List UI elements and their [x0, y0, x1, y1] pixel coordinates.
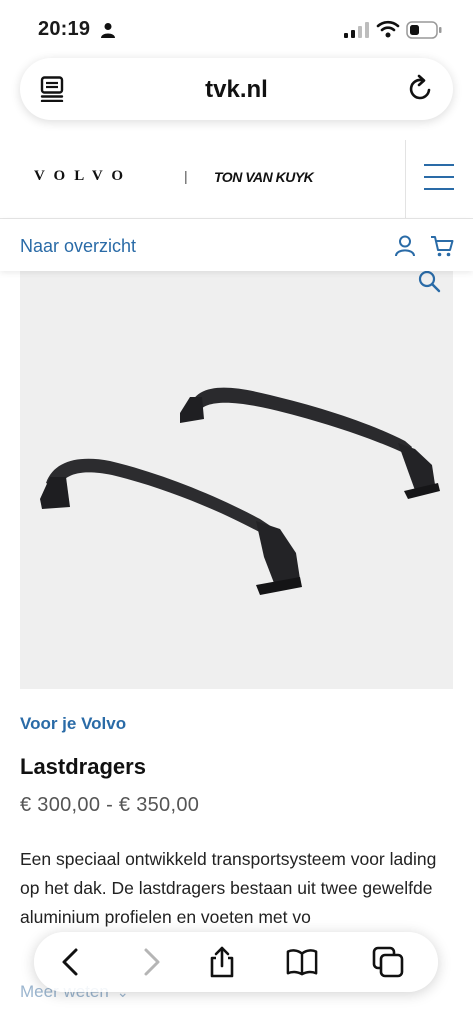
product-title: Lastdragers	[20, 754, 146, 779]
back-arrow-icon[interactable]	[56, 946, 88, 978]
browser-toolbar	[34, 932, 438, 992]
header-divider	[405, 140, 406, 218]
account-icon[interactable]	[394, 235, 416, 257]
bookmarks-icon[interactable]	[286, 946, 318, 978]
forward-arrow-icon[interactable]	[134, 946, 166, 978]
product-price: € 300,00 - € 350,00	[20, 794, 200, 816]
signal-icon	[344, 22, 369, 38]
product-description: Een speciaal ontwikkeld transportsysteem…	[20, 849, 437, 927]
status-time: 20:19	[38, 18, 91, 40]
menu-icon[interactable]	[424, 164, 454, 190]
cart-icon[interactable]	[430, 235, 454, 257]
site-header: VOLVO | TON VAN KUYK	[0, 140, 473, 219]
person-icon	[101, 23, 115, 38]
category-link[interactable]: Voor je Volvo	[20, 714, 126, 734]
dealer-logo[interactable]: TON VAN KUYK	[214, 169, 314, 185]
reload-icon[interactable]	[407, 74, 435, 102]
logo-separator: |	[184, 168, 188, 184]
share-icon[interactable]	[206, 946, 238, 978]
address-bar[interactable]: tvk.nl	[20, 58, 453, 120]
tabs-icon[interactable]	[372, 946, 404, 978]
product-image[interactable]	[20, 269, 453, 689]
battery-icon	[406, 21, 442, 39]
url-text[interactable]: tvk.nl	[20, 76, 453, 104]
back-to-overview-link[interactable]: Naar overzicht	[20, 236, 136, 257]
status-bar: 20:19	[0, 0, 473, 56]
zoom-icon[interactable]	[417, 269, 441, 293]
wifi-icon	[376, 20, 400, 38]
volvo-logo[interactable]: VOLVO	[34, 168, 132, 185]
roof-rack-illustration	[40, 387, 440, 595]
subnav-bar: Naar overzicht	[0, 219, 473, 271]
